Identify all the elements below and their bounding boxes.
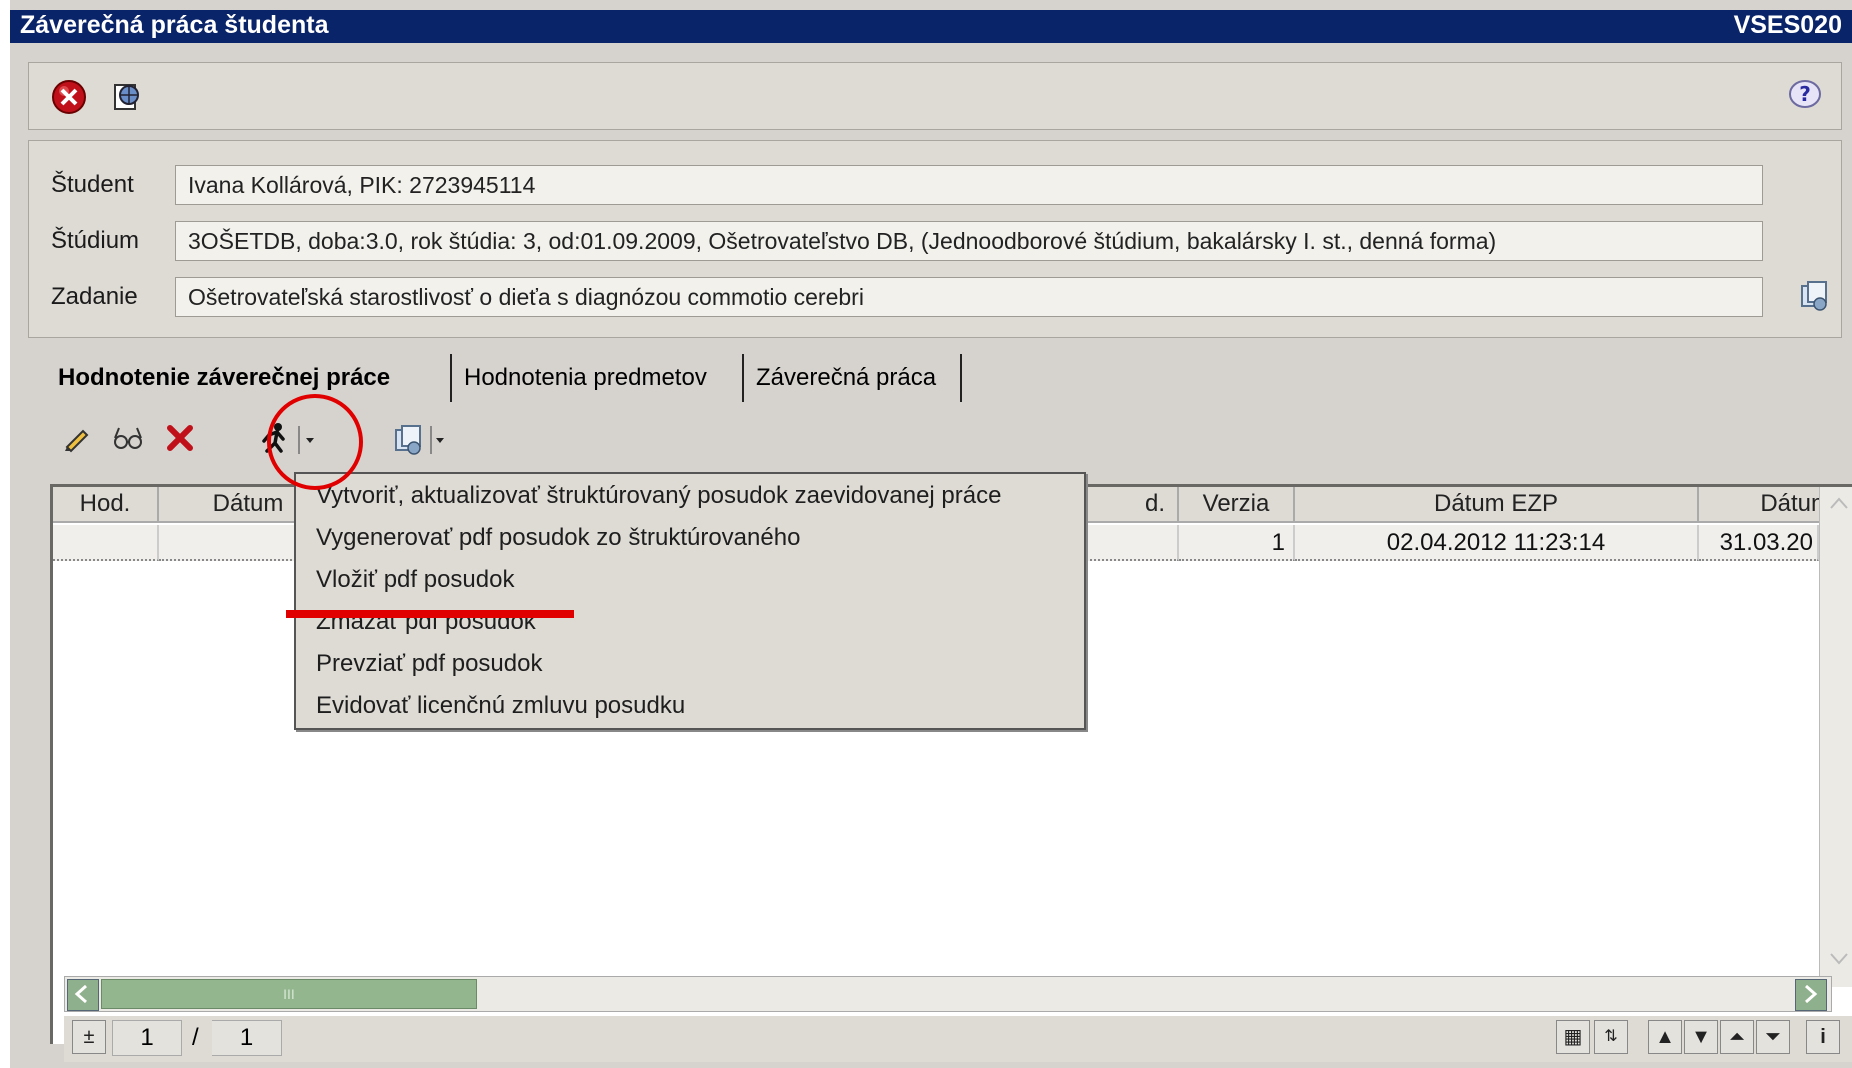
- tab-hodnotenia-predmetov[interactable]: Hodnotenia predmetov: [452, 354, 744, 402]
- glasses-icon[interactable]: [108, 420, 148, 456]
- info-icon[interactable]: i: [1806, 1020, 1840, 1054]
- pager-total: 1: [212, 1020, 282, 1056]
- move-up-icon[interactable]: ▲: [1648, 1020, 1682, 1054]
- documents-icon[interactable]: [390, 420, 428, 458]
- table-cell-datum-ezp[interactable]: 02.04.2012 11:23:14: [1295, 525, 1699, 561]
- sort-icon[interactable]: ⇅: [1594, 1020, 1628, 1054]
- tab-zaverecna-praca[interactable]: Záverečná práca: [744, 354, 962, 402]
- zadanie-field[interactable]: Ošetrovateľská starostlivosť o dieťa s d…: [175, 277, 1763, 317]
- pager-current[interactable]: 1: [112, 1020, 182, 1056]
- student-info-panel: Študent Ivana Kollárová, PIK: 2723945114…: [28, 140, 1842, 338]
- tab-hodnotenie[interactable]: Hodnotenie záverečnej práce: [46, 354, 452, 402]
- application-window: Záverečná práca študenta VSES020 ? Štude…: [10, 0, 1852, 1068]
- menu-item-generate-pdf[interactable]: Vygenerovať pdf posudok zo štruktúrované…: [316, 518, 800, 558]
- student-field[interactable]: Ivana Kollárová, PIK: 2723945114: [175, 165, 1763, 205]
- close-red-icon[interactable]: [49, 77, 89, 117]
- documents-icon[interactable]: [1795, 275, 1835, 315]
- menu-item-create-structured-review[interactable]: Vytvoriť, aktualizovať štruktúrovaný pos…: [316, 476, 1001, 516]
- dropdown-arrow-icon[interactable]: [432, 428, 448, 452]
- table-cell-datum[interactable]: 31.03.20: [1699, 525, 1819, 561]
- title-bar: Záverečná práca študenta VSES020: [10, 10, 1852, 43]
- annotation-circle: [267, 394, 363, 490]
- delete-x-icon[interactable]: [162, 420, 198, 456]
- column-header-hod[interactable]: Hod.: [53, 487, 159, 523]
- pager-separator: /: [192, 1024, 199, 1051]
- grid-view-icon[interactable]: ▦: [1556, 1020, 1590, 1054]
- horizontal-scrollbar[interactable]: III: [64, 976, 1832, 1012]
- menu-item-download-pdf[interactable]: Prevziať pdf posudok: [316, 644, 542, 684]
- move-bottom-icon[interactable]: ⏷: [1756, 1020, 1790, 1054]
- column-header-verzia[interactable]: Verzia: [1179, 487, 1295, 523]
- student-label: Študent: [51, 171, 134, 198]
- menu-item-license-agreement[interactable]: Evidovať licenčnú zmluvu posudku: [316, 686, 685, 726]
- record-nav-icon[interactable]: ±: [72, 1020, 106, 1054]
- column-header-datum-2[interactable]: Dátum: [1699, 487, 1839, 523]
- scroll-thumb[interactable]: III: [101, 979, 477, 1009]
- column-header-datum-ezp[interactable]: Dátum EZP: [1295, 487, 1699, 523]
- svg-text:?: ?: [1799, 82, 1811, 106]
- studium-field[interactable]: 3OŠETDB, doba:3.0, rok štúdia: 3, od:01.…: [175, 221, 1763, 261]
- studium-label: Štúdium: [51, 227, 140, 254]
- help-icon[interactable]: ?: [1785, 75, 1825, 115]
- table-row[interactable]: [53, 525, 159, 561]
- world-report-icon[interactable]: [107, 77, 147, 117]
- scroll-right-icon[interactable]: [1795, 979, 1827, 1011]
- grid-status-bar: ± 1 / 1 ▦ ⇅ ▲ ▼ ⏶ ⏷ i: [64, 1016, 1852, 1062]
- annotation-underline: [286, 610, 574, 618]
- action-dropdown-menu: Vytvoriť, aktualizovať štruktúrovaný pos…: [294, 472, 1086, 730]
- window-title: Záverečná práca študenta: [20, 11, 329, 39]
- window-code: VSES020: [1733, 11, 1842, 39]
- table-cell-verzia[interactable]: 1: [1179, 525, 1295, 561]
- move-down-icon[interactable]: ▼: [1684, 1020, 1718, 1054]
- menu-item-insert-pdf[interactable]: Vložiť pdf posudok: [316, 560, 514, 600]
- pencil-icon[interactable]: [58, 420, 94, 456]
- menu-item-delete-pdf[interactable]: Zmazať pdf posudok: [316, 602, 536, 642]
- main-toolbar: ?: [28, 62, 1842, 130]
- move-top-icon[interactable]: ⏶: [1720, 1020, 1754, 1054]
- zadanie-label: Zadanie: [51, 283, 138, 310]
- vertical-scrollbar[interactable]: [1819, 487, 1852, 987]
- scroll-left-icon[interactable]: [67, 979, 99, 1011]
